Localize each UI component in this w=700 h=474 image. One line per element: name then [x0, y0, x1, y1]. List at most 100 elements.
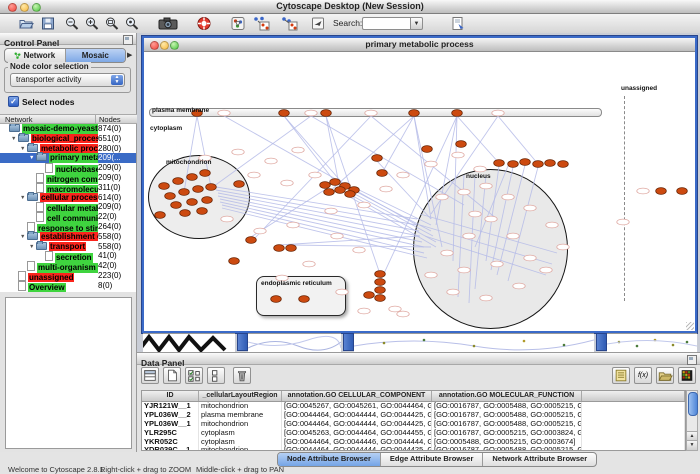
network-node[interactable]: [234, 181, 245, 188]
tree-row[interactable]: response to stimulu264(0): [0, 222, 136, 232]
snapshot-camera-icon[interactable]: [158, 16, 178, 31]
network-node-label[interactable]: [557, 244, 569, 250]
show-all-columns-icon[interactable]: [141, 367, 159, 384]
tree-row[interactable]: cell communicat22(0): [0, 212, 136, 222]
table-row[interactable]: YKR052Ccytoplasm[GO:0044464, GO:0044446,…: [142, 438, 685, 447]
zoom-out-icon[interactable]: [64, 16, 80, 31]
minimize-window-icon[interactable]: [20, 3, 29, 12]
network-node-label[interactable]: [507, 233, 519, 239]
network-node-label[interactable]: [353, 247, 365, 253]
advanced-search-icon[interactable]: [450, 16, 466, 31]
tree-row[interactable]: nucleobase-con209(0): [0, 163, 136, 173]
network-node-label[interactable]: [389, 306, 401, 312]
network-node-label[interactable]: [303, 261, 315, 267]
network-node[interactable]: [375, 279, 386, 286]
network-node-label[interactable]: [480, 295, 492, 301]
tree-row[interactable]: nitrogen compo209(0): [0, 173, 136, 183]
resize-grip[interactable]: [686, 322, 694, 330]
tree-row[interactable]: unassigned223(0): [0, 271, 136, 281]
annotation-icon[interactable]: [310, 16, 326, 31]
network-node-label[interactable]: [546, 222, 558, 228]
network-node[interactable]: [533, 161, 544, 168]
network-node[interactable]: [558, 161, 569, 168]
heatmap-icon[interactable]: [678, 367, 696, 384]
network-node-label[interactable]: [447, 289, 459, 295]
network-node[interactable]: [246, 237, 257, 244]
network-node[interactable]: [197, 208, 208, 215]
select-nodes-checkbox[interactable]: ✓: [8, 96, 19, 107]
network-node-label[interactable]: [637, 188, 649, 194]
network-node[interactable]: [271, 296, 282, 303]
tree-expand-icon[interactable]: ▼: [11, 136, 18, 142]
background-window-3[interactable]: [354, 333, 594, 352]
network-node-label[interactable]: [397, 311, 409, 317]
tree-row[interactable]: ▼biological_process651(0): [0, 134, 136, 144]
table-row[interactable]: YJR121W__1mitochondrion[GO:0045267, GO:0…: [142, 402, 685, 411]
tree-row[interactable]: ▼primary metabol209(...: [0, 153, 136, 163]
network-overview-icon[interactable]: [230, 16, 246, 31]
frame-minimize-icon[interactable]: [160, 41, 169, 50]
network-node[interactable]: [375, 287, 386, 294]
frame-close-icon[interactable]: [150, 41, 159, 50]
network-node[interactable]: [452, 110, 463, 117]
unselect-attributes-icon[interactable]: [207, 367, 225, 384]
tree-expand-icon[interactable]: ▼: [20, 146, 27, 152]
network-node-label[interactable]: [458, 189, 470, 195]
search-input[interactable]: [362, 17, 411, 30]
network-node[interactable]: [206, 184, 217, 191]
search-dropdown-icon[interactable]: ▼: [410, 17, 423, 30]
tree-expand-icon[interactable]: ▼: [20, 195, 27, 201]
help-lifering-icon[interactable]: [196, 16, 212, 31]
network-node-label[interactable]: [441, 250, 453, 256]
tree-row[interactable]: Overview8(0): [0, 281, 136, 291]
network-node-label[interactable]: [502, 194, 514, 200]
network-node-label[interactable]: [540, 267, 552, 273]
network-node[interactable]: [508, 161, 519, 168]
network-node[interactable]: [299, 296, 310, 303]
background-window-2-edge[interactable]: [237, 333, 248, 351]
background-window-4-edge[interactable]: [596, 333, 607, 351]
network-node-label[interactable]: [524, 205, 536, 211]
formula-fx-icon[interactable]: f(x): [634, 367, 652, 384]
zoom-selected-icon[interactable]: [124, 16, 140, 31]
tab-mosaic[interactable]: Mosaic: [66, 49, 126, 62]
network-node-label[interactable]: [281, 180, 293, 186]
new-attribute-icon[interactable]: [163, 367, 181, 384]
network-node-label[interactable]: [218, 110, 230, 116]
network-node-label[interactable]: [358, 308, 370, 314]
network-node-label[interactable]: [463, 233, 475, 239]
network-node[interactable]: [377, 170, 388, 177]
network-window-titlebar[interactable]: primary metabolic process: [144, 38, 695, 52]
network-node[interactable]: [200, 170, 211, 177]
network-node[interactable]: [520, 159, 531, 166]
background-window-2[interactable]: [248, 333, 341, 352]
tree-row[interactable]: cellular metabol209(0): [0, 202, 136, 212]
frame-zoom-icon[interactable]: [170, 41, 179, 50]
network-node-label[interactable]: [469, 211, 481, 217]
network-node-label[interactable]: [254, 228, 266, 234]
network-node-label[interactable]: [248, 172, 260, 178]
network-node-label[interactable]: [524, 255, 536, 261]
network-node-label[interactable]: [513, 283, 525, 289]
tree-row[interactable]: secretion41(0): [0, 251, 136, 261]
layout-graph-icon[interactable]: [280, 16, 298, 31]
network-node[interactable]: [155, 212, 166, 219]
network-node-label[interactable]: [492, 110, 504, 116]
network-node[interactable]: [422, 146, 433, 153]
network-node-label[interactable]: [331, 233, 343, 239]
network-node-label[interactable]: [474, 166, 486, 172]
network-node[interactable]: [375, 295, 386, 302]
import-attributes-icon[interactable]: [656, 367, 674, 384]
network-node[interactable]: [345, 191, 356, 198]
network-node[interactable]: [321, 110, 332, 117]
network-node-label[interactable]: [358, 202, 370, 208]
tab-overflow-icon[interactable]: ▶: [127, 51, 132, 59]
network-node-label[interactable]: [380, 186, 392, 192]
network-node[interactable]: [320, 182, 331, 189]
network-canvas[interactable]: plasma membrane cytoplasm mitochondrion …: [144, 52, 695, 331]
float-panel-icon[interactable]: [123, 35, 133, 45]
scroll-down-icon[interactable]: ▼: [687, 440, 697, 450]
network-node[interactable]: [202, 197, 213, 204]
network-view-window[interactable]: primary metabolic process plasma membran…: [142, 36, 697, 333]
network-node-label[interactable]: [309, 172, 321, 178]
